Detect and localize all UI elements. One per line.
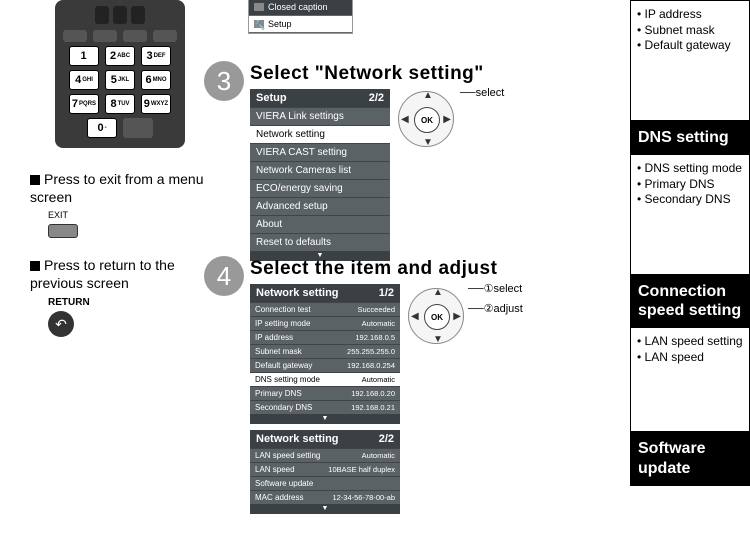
network-menu-item[interactable]: Primary DNS192.168.0.20 (250, 386, 400, 400)
nav-pad-4[interactable]: OK ▲▼◀▶ (408, 288, 464, 344)
ok-button[interactable]: OK (424, 304, 450, 330)
remote-key-blank[interactable] (123, 118, 153, 138)
nav-pad-3[interactable]: OK ▲▼◀▶ (398, 91, 454, 147)
network-menu-item[interactable]: DNS setting modeAutomatic (250, 372, 400, 386)
pointer-select: ──select (460, 87, 504, 99)
top-setup-menu: Closed caption 🔧Setup (248, 0, 353, 34)
step-4: 4 Select the item and adjust Network set… (250, 258, 497, 514)
setup-menu-item[interactable]: VIERA Link settings (250, 107, 390, 125)
network-menu-item[interactable]: IP address192.168.0.5 (250, 330, 400, 344)
sidebar-item: Secondary DNS (637, 192, 745, 208)
setup-menu-item[interactable]: Reset to defaults (250, 233, 390, 251)
remote-control: 1 2ABC 3DEF 4GHI 5JKL 6MNO 7PQRS 8TUV 9WXYZ 0- (55, 0, 185, 148)
step-number-3: 3 (204, 61, 244, 101)
connection-speed-header: Connection speed setting (630, 274, 750, 328)
step-4-title: Select the item and adjust (250, 258, 497, 280)
sidebar-item: LAN speed (637, 350, 745, 366)
right-sidebar: IP addressSubnet maskDefault gateway DNS… (630, 0, 750, 486)
network-menu-item[interactable]: Default gateway192.168.0.254 (250, 358, 400, 372)
setup-menu-item[interactable]: Network setting (250, 125, 390, 143)
sidebar-item: IP address (637, 7, 745, 23)
remote-key-6[interactable]: 6MNO (141, 70, 171, 90)
wrench-icon: 🔧 (254, 20, 264, 28)
return-label: RETURN (48, 296, 210, 309)
sidebar-item: Primary DNS (637, 177, 745, 193)
exit-instruction: Press to exit from a menu screen (30, 171, 204, 205)
remote-key-4[interactable]: 4GHI (69, 70, 99, 90)
menu-item-setup[interactable]: 🔧Setup (249, 16, 352, 33)
remote-key-5[interactable]: 5JKL (105, 70, 135, 90)
network-menu-item[interactable]: MAC address12-34-56-78-00-ab (250, 490, 400, 504)
remote-key-9[interactable]: 9WXYZ (141, 94, 171, 114)
software-update-header: Software update (630, 431, 750, 485)
remote-key-8[interactable]: 8TUV (105, 94, 135, 114)
setup-menu-item[interactable]: VIERA CAST setting (250, 143, 390, 161)
setup-menu-item[interactable]: Advanced setup (250, 197, 390, 215)
network-menu-item[interactable]: LAN speed10BASE half duplex (250, 462, 400, 476)
step-3-title: Select "Network setting" (250, 63, 484, 85)
network-menu-item[interactable]: Connection testSucceeded (250, 302, 400, 316)
sidebar-item: Subnet mask (637, 23, 745, 39)
exit-button[interactable] (48, 224, 78, 238)
setup-menu-item[interactable]: Network Cameras list (250, 161, 390, 179)
setup-menu-item[interactable]: ECO/energy saving (250, 179, 390, 197)
remote-key-3[interactable]: 3DEF (141, 46, 171, 66)
network-menu-item[interactable]: IP setting modeAutomatic (250, 316, 400, 330)
setup-menu: Setup2/2 VIERA Link settingsNetwork sett… (250, 89, 390, 261)
remote-key-2[interactable]: 2ABC (105, 46, 135, 66)
pointer-adjust-4: ──②adjust (468, 302, 523, 315)
network-menu-item[interactable]: Secondary DNS192.168.0.21 (250, 400, 400, 414)
network-menu-item[interactable]: LAN speed settingAutomatic (250, 448, 400, 462)
network-setting-menu-2: Network setting2/2 LAN speed settingAuto… (250, 430, 400, 514)
menu-item-cc[interactable]: Closed caption (249, 0, 352, 16)
network-menu-item[interactable]: Subnet mask255.255.255.0 (250, 344, 400, 358)
pointer-select-4: ──①select (468, 282, 522, 295)
sidebar-item: DNS setting mode (637, 161, 745, 177)
cc-icon (254, 3, 264, 11)
step-3: 3 Select "Network setting" Setup2/2 VIER… (250, 63, 484, 261)
remote-key-1[interactable]: 1 (69, 46, 99, 66)
return-instruction: Press to return to the previous screen (30, 257, 175, 291)
setup-menu-item[interactable]: About (250, 215, 390, 233)
left-column: 1 2ABC 3DEF 4GHI 5JKL 6MNO 7PQRS 8TUV 9WXYZ 0-… (30, 0, 210, 355)
exit-label: EXIT (48, 210, 210, 222)
network-menu-item[interactable]: Software update (250, 476, 400, 490)
network-setting-menu-1: Network setting1/2 Connection testSuccee… (250, 284, 400, 424)
sidebar-item: LAN speed setting (637, 334, 745, 350)
remote-key-0[interactable]: 0- (87, 118, 117, 138)
ok-button[interactable]: OK (414, 107, 440, 133)
sidebar-item: Default gateway (637, 38, 745, 54)
dns-setting-header: DNS setting (630, 120, 750, 155)
return-button[interactable]: ↶ (48, 311, 74, 337)
remote-key-7[interactable]: 7PQRS (69, 94, 99, 114)
step-number-4: 4 (204, 256, 244, 296)
